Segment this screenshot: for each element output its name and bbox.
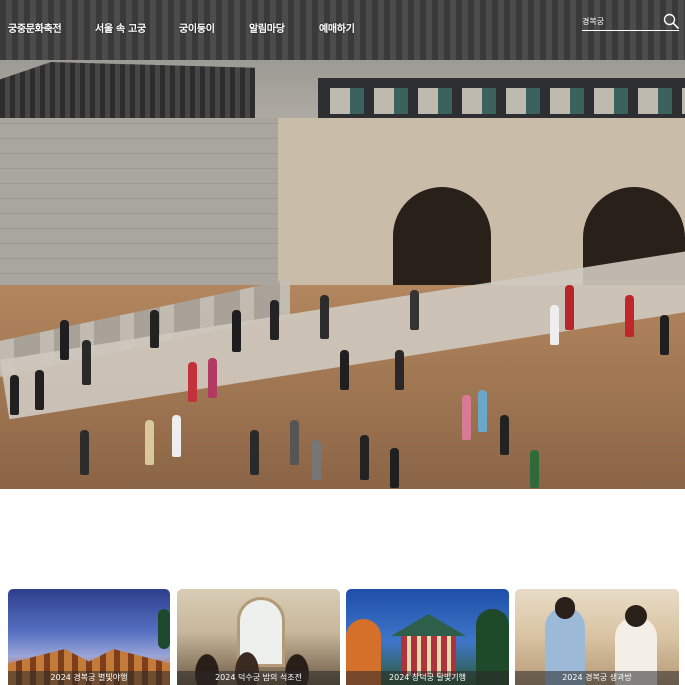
program-card[interactable]: 2024 덕수궁 밤의 석조전 [177, 589, 340, 685]
visitors-crowd [0, 270, 685, 489]
nav-item-palaces-in-seoul[interactable]: 서울 속 고궁 [95, 20, 146, 35]
search-input[interactable] [582, 14, 656, 28]
hero-photo-gyeongbokgung [0, 0, 685, 489]
nav-item-booking[interactable]: 예매하기 [319, 20, 355, 35]
card-caption: 2024 창덕궁 달빛기행 [346, 671, 509, 685]
program-card[interactable]: 2024 경복궁 생과방 [515, 589, 679, 685]
nav-item-gungidungi[interactable]: 궁이둥이 [179, 20, 215, 35]
program-card[interactable]: 2024 경복궁 별빛야행 [8, 589, 170, 685]
program-cards: 2024 경복궁 별빛야행 2024 덕수궁 밤의 석조전 2024 창덕궁 달… [8, 589, 679, 685]
search-icon[interactable] [663, 13, 679, 29]
card-caption: 2024 덕수궁 밤의 석조전 [177, 671, 340, 685]
card-caption: 2024 경복궁 생과방 [515, 671, 679, 685]
nav-item-notices[interactable]: 알림마당 [249, 20, 285, 35]
stone-wall [0, 118, 280, 288]
search-box [582, 12, 679, 31]
program-card[interactable]: 2024 창덕궁 달빛기행 [346, 589, 509, 685]
main-nav: 궁중문화축전 서울 속 고궁 궁이둥이 알림마당 예매하기 [0, 0, 685, 50]
wall-roof [0, 62, 255, 120]
nav-item-palace-festival[interactable]: 궁중문화축전 [8, 20, 62, 35]
card-caption: 2024 경복궁 별빛야행 [8, 671, 170, 685]
gate-dancheong [330, 88, 685, 114]
